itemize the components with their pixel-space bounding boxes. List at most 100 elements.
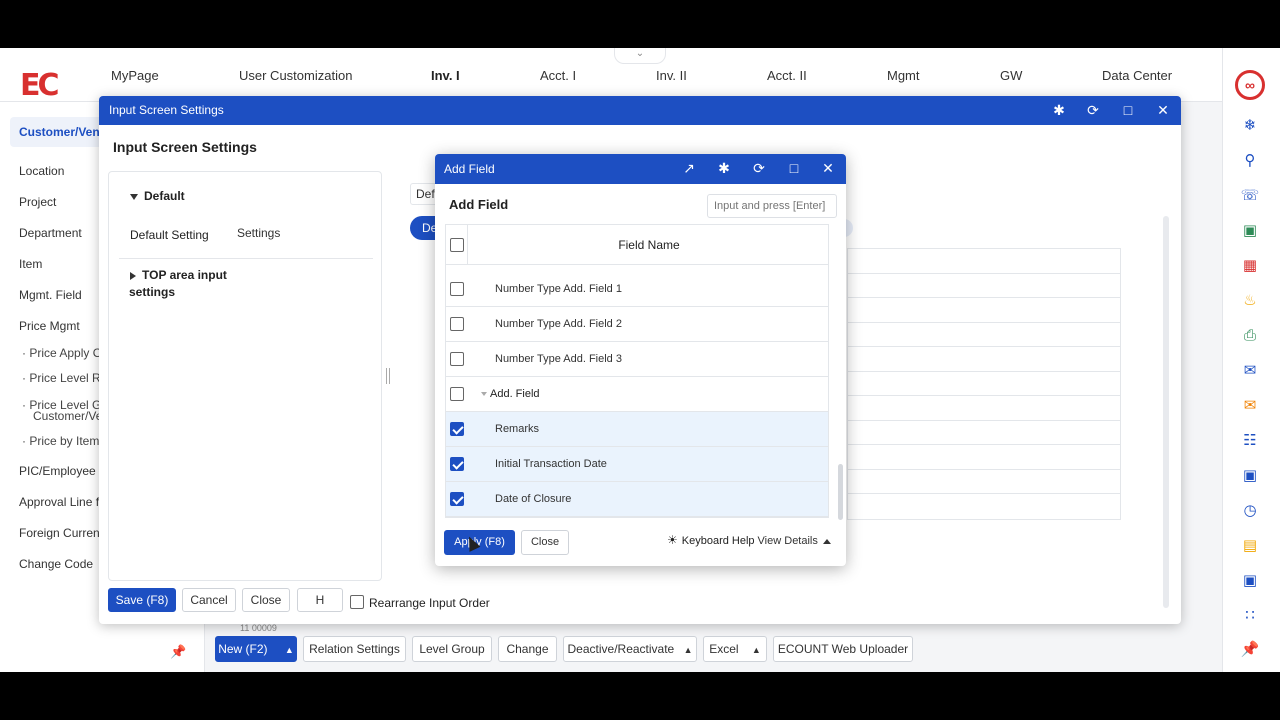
relation-settings-button[interactable]: Relation Settings <box>303 636 406 662</box>
pin-icon[interactable]: 📌 <box>1240 640 1260 660</box>
leftnav-sub-price-by-item[interactable]: · Price by Item <box>22 435 99 447</box>
field-row[interactable]: Number Type Add. Field 1 <box>446 272 828 307</box>
field-row-checkbox[interactable] <box>450 317 464 331</box>
excel-button[interactable]: Excel ▲ <box>703 636 767 662</box>
money-icon[interactable]: ⎙ <box>1240 326 1260 346</box>
nav-gw[interactable]: GW <box>1000 68 1022 83</box>
leftnav-sub-price-level-g-line2[interactable]: Customer/Ver <box>33 410 106 422</box>
field-group-row[interactable]: Add. Field <box>446 377 828 412</box>
field-search-input[interactable] <box>707 194 837 218</box>
nav-inv-i[interactable]: Inv. I <box>431 68 460 83</box>
cancel-button[interactable]: Cancel <box>182 588 236 612</box>
search-icon[interactable]: ⚲ <box>1240 151 1260 171</box>
collapse-header-chevron-icon[interactable]: ⌄ <box>614 48 666 64</box>
nav-data-center[interactable]: Data Center <box>1102 68 1172 83</box>
dialog-scrollbar[interactable] <box>1163 216 1169 608</box>
deactivate-reactivate-button[interactable]: Deactive/Reactivate ▲ <box>563 636 697 662</box>
field-list-scrollbar[interactable] <box>838 464 843 520</box>
ecount-logo[interactable]: EC <box>20 68 64 104</box>
leftnav-sub-price-apply[interactable]: · Price Apply O <box>22 347 102 359</box>
nav-inv-ii[interactable]: Inv. II <box>656 68 687 83</box>
tree-top-area-node[interactable]: TOP area input <box>124 268 227 282</box>
apply-button[interactable]: Apply (F8) <box>444 530 515 555</box>
leftnav-department[interactable]: Department <box>19 226 82 240</box>
save-button[interactable]: Save (F8) <box>108 588 176 612</box>
view-details-link[interactable]: View Details <box>758 535 818 547</box>
field-row-label: Date of Closure <box>495 493 572 505</box>
leftnav-customer-vendor[interactable]: Customer/Vendor <box>10 117 102 147</box>
add-window-icon[interactable]: ▣ <box>1240 221 1260 241</box>
nav-user-customization[interactable]: User Customization <box>239 68 352 83</box>
nav-mgmt[interactable]: Mgmt <box>887 68 920 83</box>
caret-down-icon <box>130 193 138 200</box>
panel-splitter[interactable] <box>382 336 394 416</box>
maximize-icon[interactable]: □ <box>1118 96 1138 125</box>
splitter-grip-icon <box>386 368 390 384</box>
field-row-checkbox-checked[interactable] <box>450 422 464 436</box>
pin-icon[interactable]: ✱ <box>1049 96 1069 125</box>
keyboard-help[interactable]: ☀ Keyboard Help View Details <box>667 533 831 547</box>
caret-up-icon[interactable]: ▲ <box>285 645 294 655</box>
calendar-icon[interactable]: ▦ <box>1240 256 1260 276</box>
field-row[interactable]: Number Type Add. Field 3 <box>446 342 828 377</box>
leftnav-location[interactable]: Location <box>19 164 64 178</box>
nav-mypage[interactable]: MyPage <box>111 68 159 83</box>
field-row[interactable]: Initial Transaction Date <box>446 447 828 482</box>
h-button[interactable]: H <box>297 588 343 612</box>
tree-default-node[interactable]: Default <box>124 189 185 203</box>
leftnav-sub-price-level-r[interactable]: · Price Level R <box>22 372 101 384</box>
maximize-icon[interactable]: □ <box>784 154 804 183</box>
apps-grid-icon[interactable]: ∷ <box>1240 606 1260 626</box>
close-button[interactable]: Close <box>521 530 569 555</box>
leftnav-approval-line[interactable]: Approval Line fo <box>19 495 106 509</box>
leftnav-item[interactable]: Item <box>19 257 42 271</box>
ecount-round-logo-icon[interactable]: ∞ <box>1235 70 1265 100</box>
bell-icon[interactable]: ♨ <box>1240 291 1260 311</box>
tree-settings-link[interactable]: Settings <box>237 226 280 240</box>
leftnav-change-code[interactable]: Change Code <box>19 557 93 571</box>
lock-board-icon[interactable]: ☷ <box>1240 431 1260 451</box>
table-row-divider <box>848 371 1120 372</box>
field-group-checkbox[interactable] <box>450 387 464 401</box>
nav-acct-i[interactable]: Acct. I <box>540 68 576 83</box>
rearrange-input-order-checkbox[interactable] <box>350 595 364 609</box>
open-new-window-icon[interactable]: ↗ <box>679 154 699 183</box>
field-row-checkbox[interactable] <box>450 282 464 296</box>
caret-right-icon <box>130 271 136 280</box>
new-button[interactable]: New (F2) ▲ <box>215 636 297 662</box>
leftnav-project[interactable]: Project <box>19 195 56 209</box>
leftnav-foreign-currency[interactable]: Foreign Currenc <box>19 526 106 540</box>
notebook-icon[interactable]: ▤ <box>1240 536 1260 556</box>
close-button[interactable]: Close <box>242 588 290 612</box>
close-icon[interactable]: ✕ <box>1153 96 1173 125</box>
field-row[interactable]: Number Type Add. Field 2 <box>446 307 828 342</box>
headset-icon[interactable]: ☏ <box>1240 186 1260 206</box>
pin-icon[interactable]: 📌 <box>170 644 186 660</box>
field-row[interactable]: Date of Closure <box>446 482 828 517</box>
clock-icon[interactable]: ◷ <box>1240 501 1260 521</box>
monitor-check-icon[interactable]: ▣ <box>1240 466 1260 486</box>
select-all-checkbox[interactable] <box>450 238 464 252</box>
network-icon[interactable]: ❄ <box>1240 116 1260 136</box>
refresh-icon[interactable]: ⟳ <box>749 154 769 183</box>
id-card-icon[interactable]: ▣ <box>1240 571 1260 591</box>
rearrange-input-order-label: Rearrange Input Order <box>369 596 490 610</box>
pin-icon[interactable]: ✱ <box>714 154 734 183</box>
field-row-checkbox[interactable] <box>450 352 464 366</box>
chat-icon[interactable]: ✉ <box>1240 361 1260 381</box>
field-row-checkbox-checked[interactable] <box>450 457 464 471</box>
close-icon[interactable]: ✕ <box>818 154 838 183</box>
field-row-checkbox-checked[interactable] <box>450 492 464 506</box>
change-button[interactable]: Change <box>498 636 557 662</box>
nav-acct-ii[interactable]: Acct. II <box>767 68 807 83</box>
leftnav-mgmt-field[interactable]: Mgmt. Field <box>19 288 82 302</box>
field-row[interactable]: Remarks <box>446 412 828 447</box>
level-group-button[interactable]: Level Group <box>412 636 492 662</box>
ecount-web-uploader-button[interactable]: ECOUNT Web Uploader <box>773 636 913 662</box>
leftnav-price-mgmt[interactable]: Price Mgmt <box>19 319 80 333</box>
keyboard-help-label: Keyboard Help <box>681 535 755 547</box>
refresh-icon[interactable]: ⟳ <box>1083 96 1103 125</box>
leftnav-pic-employee[interactable]: PIC/Employee <box>19 464 96 478</box>
tree-default-setting[interactable]: Default Setting <box>130 228 209 242</box>
inbox-icon[interactable]: ✉ <box>1240 396 1260 416</box>
